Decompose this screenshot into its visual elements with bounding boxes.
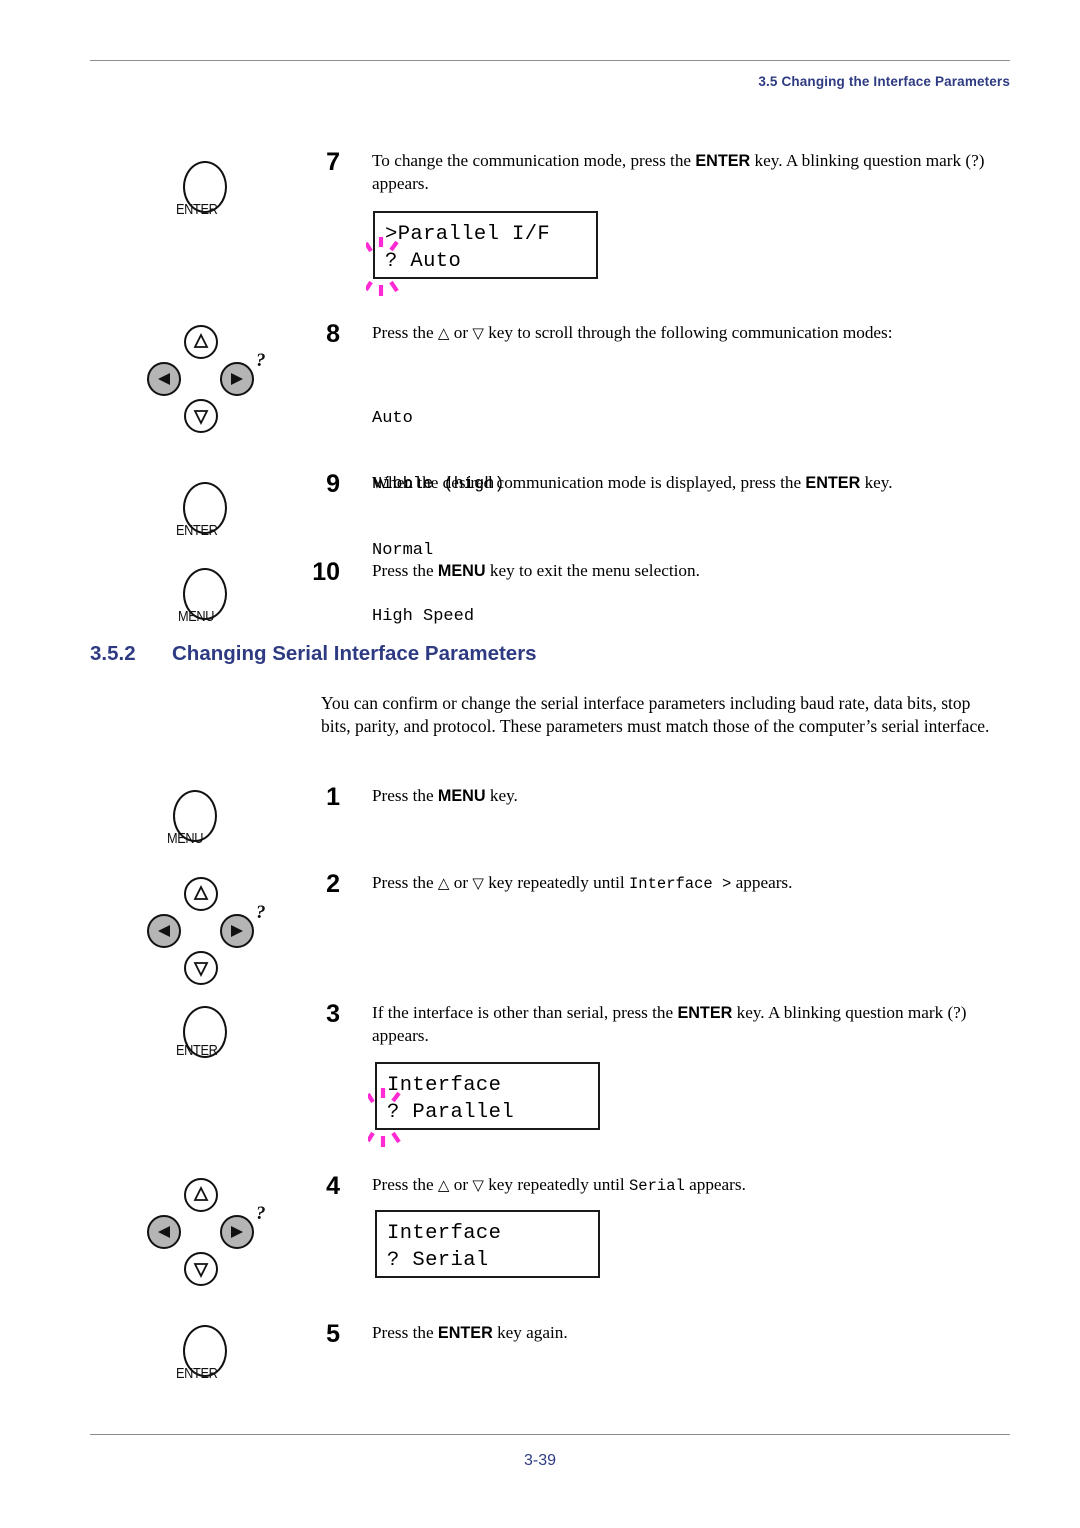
step-text: To change the communication mode, press … xyxy=(372,151,985,193)
step-number: 1 xyxy=(326,783,340,811)
right-arrow-key-icon xyxy=(220,362,254,396)
step-number: 3 xyxy=(326,1000,340,1028)
footer-divider xyxy=(90,1434,1010,1435)
question-mark-icon: ? xyxy=(256,1203,266,1224)
list-item: Auto xyxy=(372,409,413,428)
enter-key-label: ENTER xyxy=(176,523,218,539)
menu-key-label: MENU xyxy=(167,831,204,847)
step-text: Press the MENU key to exit the menu sele… xyxy=(372,561,700,580)
section-number: 3.5.2 xyxy=(90,642,136,665)
list-item: High Speed xyxy=(372,607,475,626)
up-arrow-key-icon xyxy=(184,325,218,359)
down-arrow-key-icon xyxy=(184,399,218,433)
arrow-key-cluster: ? xyxy=(140,877,290,987)
arrow-key-cluster: ? xyxy=(140,325,290,435)
lcd-line-2: ? Parallel xyxy=(387,1101,515,1124)
step-number: 5 xyxy=(326,1320,340,1348)
enter-key-label: ENTER xyxy=(176,202,218,218)
page-number: 3-39 xyxy=(523,1452,557,1469)
left-arrow-key-icon xyxy=(147,362,181,396)
enter-key-label: ENTER xyxy=(176,1366,218,1382)
lcd-line-2: ? Serial xyxy=(387,1249,489,1272)
section-heading: 3.5.2 Changing Serial Interface Parameter… xyxy=(90,642,890,666)
right-arrow-key-icon xyxy=(220,1215,254,1249)
question-mark-icon: ? xyxy=(256,902,266,923)
lcd-line-2: ? Auto xyxy=(385,250,462,273)
lcd-display-parallel-if-auto: >Parallel I/F ? Auto xyxy=(373,211,598,279)
arrow-key-cluster: ? xyxy=(140,1178,290,1288)
list-item: Normal xyxy=(372,541,434,560)
step-text: Press the △ or ▽ key to scroll through t… xyxy=(372,323,893,342)
up-arrow-key-icon xyxy=(184,1178,218,1212)
step-number: 7 xyxy=(326,148,340,176)
step-number: 10 xyxy=(312,558,340,586)
lcd-line-1: Interface xyxy=(387,1074,502,1097)
lcd-display-interface-serial: Interface ? Serial xyxy=(375,1210,600,1278)
step-number: 8 xyxy=(326,320,340,348)
manual-page: 3.5 Changing the Interface Parameters EN… xyxy=(0,0,1080,1528)
down-arrow-key-icon xyxy=(184,1252,218,1286)
section-title: Changing Serial Interface Parameters xyxy=(172,642,537,665)
step-text: Press the △ or ▽ key repeatedly until Se… xyxy=(372,1175,746,1195)
communication-mode-list: Auto Nibble (high) Normal High Speed xyxy=(372,364,505,672)
enter-key-label: ENTER xyxy=(176,1043,218,1059)
down-arrow-key-icon xyxy=(184,951,218,985)
step-text: If the interface is other than serial, p… xyxy=(372,1003,967,1045)
step-text: Press the MENU key. xyxy=(372,786,518,805)
step-text: Press the ENTER key again. xyxy=(372,1323,568,1342)
right-arrow-key-icon xyxy=(220,914,254,948)
section-intro-paragraph: You can confirm or change the serial int… xyxy=(321,693,990,736)
running-header: 3.5 Changing the Interface Parameters xyxy=(758,74,1010,89)
step-text: Press the △ or ▽ key repeatedly until In… xyxy=(372,873,793,893)
step-text: When the desired communication mode is d… xyxy=(372,473,893,492)
step-number: 9 xyxy=(326,470,340,498)
question-mark-icon: ? xyxy=(256,350,266,371)
up-arrow-key-icon xyxy=(184,877,218,911)
menu-key-label: MENU xyxy=(178,609,215,625)
lcd-display-interface-parallel: Interface ? Parallel xyxy=(375,1062,600,1130)
lcd-line-1: Interface xyxy=(387,1222,502,1245)
step-number: 4 xyxy=(326,1172,340,1200)
header-divider xyxy=(90,60,1010,61)
left-arrow-key-icon xyxy=(147,1215,181,1249)
left-arrow-key-icon xyxy=(147,914,181,948)
lcd-line-1: >Parallel I/F xyxy=(385,223,551,246)
step-number: 2 xyxy=(326,870,340,898)
